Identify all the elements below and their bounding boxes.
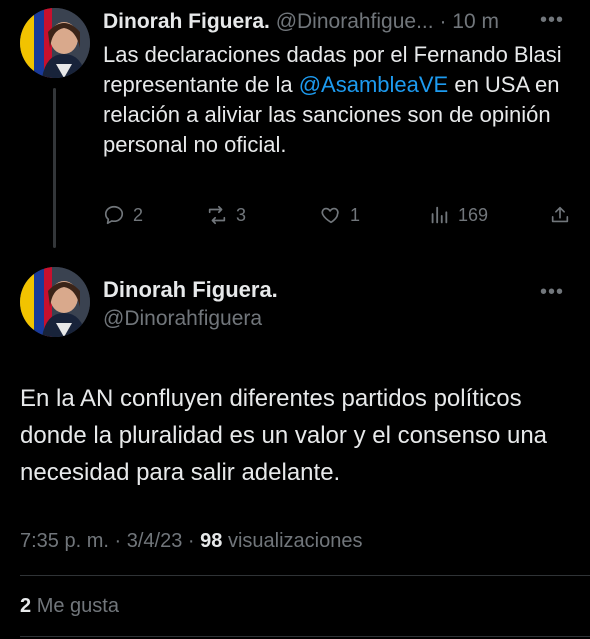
share-button[interactable] [549,199,579,231]
likes-summary[interactable]: 2 Me gusta [20,592,119,620]
retweet-icon [208,205,226,225]
reply-button[interactable]: 2 [103,199,143,231]
avatar-image [20,267,90,337]
like-button[interactable]: 1 [320,199,360,231]
reply-count: 2 [133,204,144,225]
separator-dot: · [439,10,447,33]
more-icon[interactable]: ••• [540,10,564,30]
like-icon [321,207,339,224]
reply-tweet-text: Las declaraciones dadas por el Fernando … [103,40,563,160]
reply-icon [104,205,124,225]
action-bar: 2 3 1 169 [103,199,573,231]
thread-line [53,88,56,248]
mention-link[interactable]: @AsambleaVE [299,72,449,97]
timestamp[interactable]: 10 m [452,10,499,33]
tweet-metadata: 7:35 p. m. · 3/4/23 · 98 visualizaciones [20,527,362,555]
author-handle[interactable]: @Dinorahfiguera [103,305,262,333]
author-name[interactable]: Dinorah Figuera. [103,10,270,33]
likes-label: Me gusta [36,595,119,617]
author-handle[interactable]: @Dinorahfigue... [276,10,434,33]
reply-tweet-header: Dinorah Figuera. @Dinorahfigue... · 10 m [103,8,573,36]
avatar-image [20,8,90,78]
avatar[interactable] [20,8,90,78]
reply-tweet[interactable]: Dinorah Figuera. @Dinorahfigue... · 10 m… [0,0,590,250]
views-count: 169 [458,204,489,225]
views-label: visualizaciones [227,530,363,552]
divider [20,636,590,637]
retweet-button[interactable]: 3 [206,199,246,231]
retweet-count: 3 [236,204,247,225]
separator-dot: · [114,530,122,552]
tweet-time[interactable]: 7:35 p. m. [20,530,109,552]
views-count: 98 [200,530,223,552]
more-icon[interactable]: ••• [540,282,564,302]
share-icon [551,206,569,223]
views-button[interactable]: 169 [428,199,488,231]
divider [20,575,590,576]
views-icon [431,206,448,224]
separator-dot: · [187,530,195,552]
like-count: 1 [350,204,361,225]
author-name[interactable]: Dinorah Figuera. [103,276,278,304]
likes-count: 2 [20,595,32,617]
tweet-date[interactable]: 3/4/23 [127,530,183,552]
avatar[interactable] [20,267,90,337]
main-tweet-text: En la AN confluyen diferentes partidos p… [20,385,548,486]
